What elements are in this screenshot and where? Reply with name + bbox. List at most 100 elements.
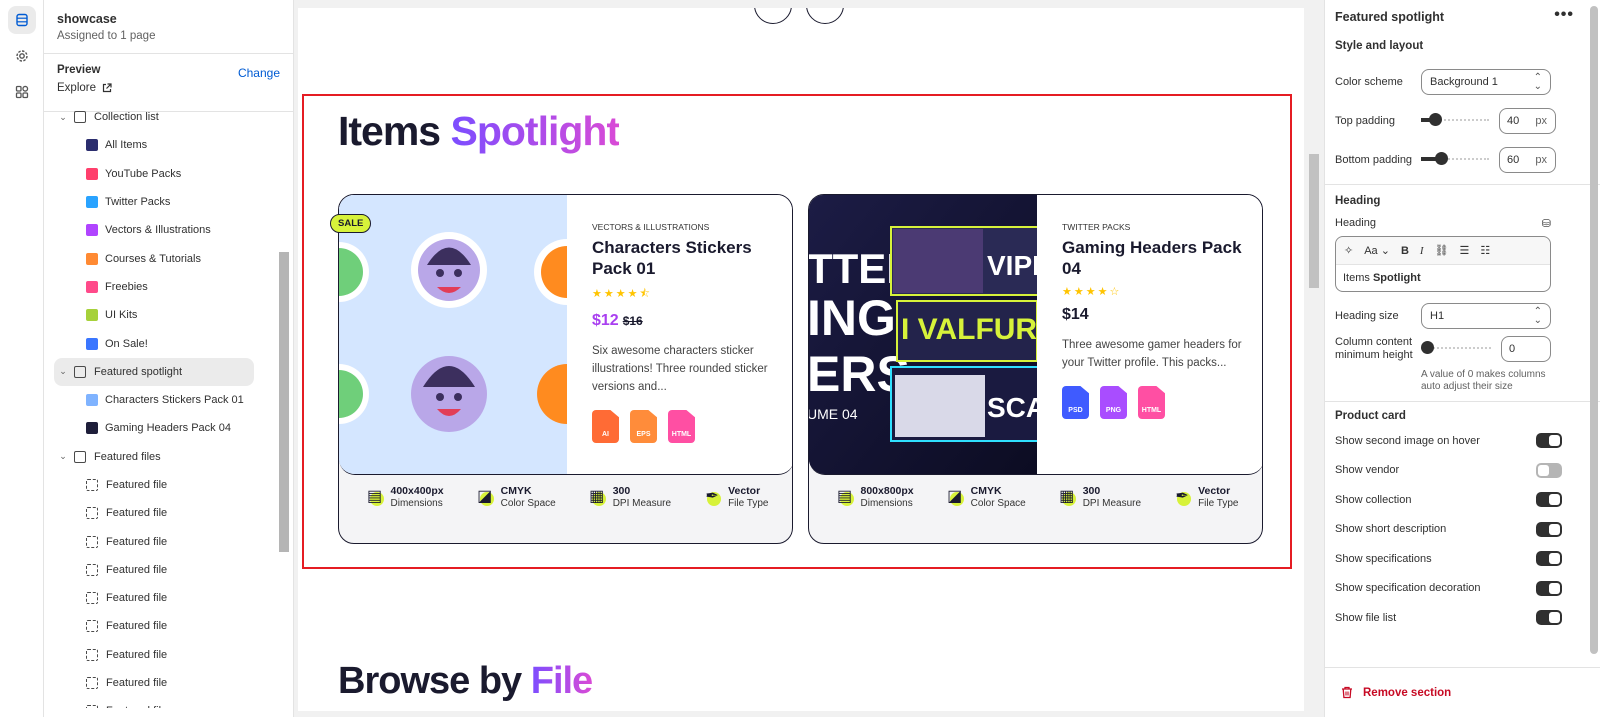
- italic-icon[interactable]: I: [1420, 245, 1424, 257]
- toggle-switch[interactable]: [1536, 492, 1562, 508]
- tree-item[interactable]: UI Kits: [44, 301, 278, 329]
- bullet-list-icon[interactable]: ☰: [1460, 244, 1470, 257]
- tree-item[interactable]: Freebies: [44, 273, 278, 301]
- sections-icon[interactable]: [8, 6, 36, 34]
- store-page: Items Spotlight SALE VECTORS & ILLUSTRAT…: [298, 8, 1304, 711]
- tree-group[interactable]: ⌄ Featured files: [44, 443, 278, 471]
- slider-knob[interactable]: [1435, 152, 1448, 165]
- dynamic-source-icon[interactable]: ⛁: [1542, 217, 1551, 230]
- canvas-scrollbar[interactable]: [1306, 8, 1322, 711]
- toggle-label: Show short description: [1335, 523, 1447, 536]
- product-collection[interactable]: VECTORS & ILLUSTRATIONS: [592, 222, 782, 232]
- toggle-switch[interactable]: [1536, 433, 1562, 449]
- carousel-prev-button[interactable]: [754, 8, 792, 24]
- tree-item[interactable]: Featured file: [44, 669, 278, 697]
- chevron-down-icon[interactable]: ⌄: [56, 112, 70, 123]
- settings-scrollbar[interactable]: [1588, 0, 1600, 667]
- tree-item[interactable]: Featured file: [44, 556, 278, 584]
- bottom-padding-slider[interactable]: [1421, 152, 1489, 165]
- heading-editor[interactable]: ✧ Aa ⌄ B I ⛓ ☰ ☷ Items Spotlight: [1335, 236, 1551, 292]
- tree-group[interactable]: ⌄ Featured spotlight: [54, 357, 254, 386]
- tree-item[interactable]: Featured file: [44, 697, 278, 708]
- tree-item[interactable]: Featured file: [44, 499, 278, 527]
- palette-icon: ◪: [945, 487, 965, 507]
- numbered-list-icon[interactable]: ☷: [1480, 244, 1490, 257]
- collection-thumbnail-icon: [86, 196, 98, 209]
- more-options-icon[interactable]: •••: [1554, 6, 1574, 24]
- top-padding-slider[interactable]: [1421, 113, 1489, 126]
- toggle-switch[interactable]: [1536, 580, 1562, 596]
- product-collection[interactable]: TWITTER PACKS: [1062, 222, 1252, 232]
- tree-item-label: Freebies: [105, 280, 148, 293]
- tree-item[interactable]: Featured file: [44, 584, 278, 612]
- tree-item-label: Featured file: [106, 592, 168, 605]
- apps-icon[interactable]: [8, 78, 36, 106]
- tree-item-label: Vectors & Illustrations: [105, 224, 211, 237]
- left-scroll-thumb[interactable]: [279, 252, 289, 552]
- block-icon: [86, 705, 98, 708]
- explore-link[interactable]: Explore: [57, 82, 280, 94]
- column-min-height-input[interactable]: 0: [1501, 336, 1551, 362]
- heading-text-bold: Spotlight: [1372, 272, 1421, 284]
- bold-icon[interactable]: B: [1401, 245, 1409, 257]
- product-card[interactable]: TTER ING ERS UME 04 VIPER I VALFURY SCAR: [808, 194, 1263, 544]
- block-icon: [86, 479, 98, 491]
- tree-item[interactable]: YouTube Packs: [44, 160, 278, 188]
- product-title[interactable]: Characters Stickers Pack 01: [592, 237, 782, 279]
- toggle-switch[interactable]: [1536, 610, 1562, 626]
- tree-item[interactable]: On Sale!: [44, 329, 278, 357]
- chevron-down-icon[interactable]: ⌄: [56, 366, 70, 377]
- tree-item[interactable]: Featured file: [44, 471, 278, 499]
- remove-section-button[interactable]: Remove section: [1325, 667, 1600, 717]
- color-scheme-select[interactable]: Background 1 ⌃ ⌄: [1421, 68, 1551, 95]
- toggle-switch[interactable]: [1536, 462, 1562, 478]
- product-title[interactable]: Gaming Headers Pack 04: [1062, 237, 1252, 279]
- tree-item-label: YouTube Packs: [105, 167, 182, 180]
- product-card[interactable]: VECTORS & ILLUSTRATIONS Characters Stick…: [338, 194, 793, 544]
- tree-item[interactable]: Vectors & Illustrations: [44, 216, 278, 244]
- tree-item[interactable]: Featured file: [44, 641, 278, 669]
- divider: [1325, 401, 1600, 402]
- tree-item[interactable]: All Items: [44, 131, 278, 159]
- gear-icon[interactable]: [8, 42, 36, 70]
- tree-item[interactable]: Characters Stickers Pack 01: [44, 386, 278, 414]
- toggle-row: Show file list: [1335, 603, 1590, 633]
- compare-price: $16: [622, 314, 643, 328]
- toggle-switch[interactable]: [1536, 551, 1562, 567]
- link-icon[interactable]: ⛓: [1435, 244, 1449, 257]
- tree-item[interactable]: Featured file: [44, 527, 278, 555]
- spec-value: Vector: [1198, 485, 1231, 497]
- tree-item[interactable]: Courses & Tutorials: [44, 244, 278, 272]
- top-padding-input[interactable]: 40 px: [1499, 107, 1556, 134]
- tree-item[interactable]: Twitter Packs: [44, 188, 278, 216]
- slider-knob[interactable]: [1429, 113, 1442, 126]
- tree-item-label: Featured spotlight: [94, 365, 183, 378]
- section-icon: [74, 365, 86, 378]
- tree-item[interactable]: Gaming Headers Pack 04: [44, 414, 278, 442]
- spec-glyph: ✒: [1175, 488, 1189, 505]
- bottom-padding-input[interactable]: 60 px: [1499, 146, 1556, 173]
- settings-scroll-thumb[interactable]: [1590, 6, 1598, 654]
- slider-knob[interactable]: [1421, 341, 1434, 354]
- collection-thumbnail-icon: [86, 224, 98, 237]
- text-style-icon[interactable]: Aa ⌄: [1364, 244, 1390, 257]
- tree-item-label: On Sale!: [105, 337, 148, 350]
- settings-title: Featured spotlight: [1335, 10, 1445, 24]
- carousel-next-button[interactable]: [806, 8, 844, 24]
- settings-header: Featured spotlight •••: [1325, 0, 1600, 32]
- heading-text-value[interactable]: Items Spotlight: [1336, 265, 1550, 291]
- product-image-stickers[interactable]: [339, 195, 600, 474]
- canvas-scroll-thumb[interactable]: [1309, 154, 1319, 288]
- column-min-height-slider[interactable]: [1421, 341, 1491, 354]
- heading-size-select[interactable]: H1 ⌃ ⌄: [1421, 302, 1551, 329]
- ai-sparkle-icon[interactable]: ✧: [1344, 244, 1353, 257]
- tree-item[interactable]: Featured file: [44, 612, 278, 640]
- chevron-down-icon[interactable]: ⌄: [56, 451, 70, 462]
- toggle-switch[interactable]: [1536, 521, 1562, 537]
- spec-item: ✒ Vector File Type: [1172, 485, 1238, 509]
- left-scrollbar[interactable]: [277, 112, 289, 717]
- column-min-height-label: Column content minimum height: [1335, 336, 1413, 361]
- tree-group[interactable]: ⌄ Collection list: [44, 103, 278, 131]
- change-preview-link[interactable]: Change: [238, 66, 280, 80]
- product-image-gaming[interactable]: TTER ING ERS UME 04 VIPER I VALFURY SCAR: [809, 195, 1071, 474]
